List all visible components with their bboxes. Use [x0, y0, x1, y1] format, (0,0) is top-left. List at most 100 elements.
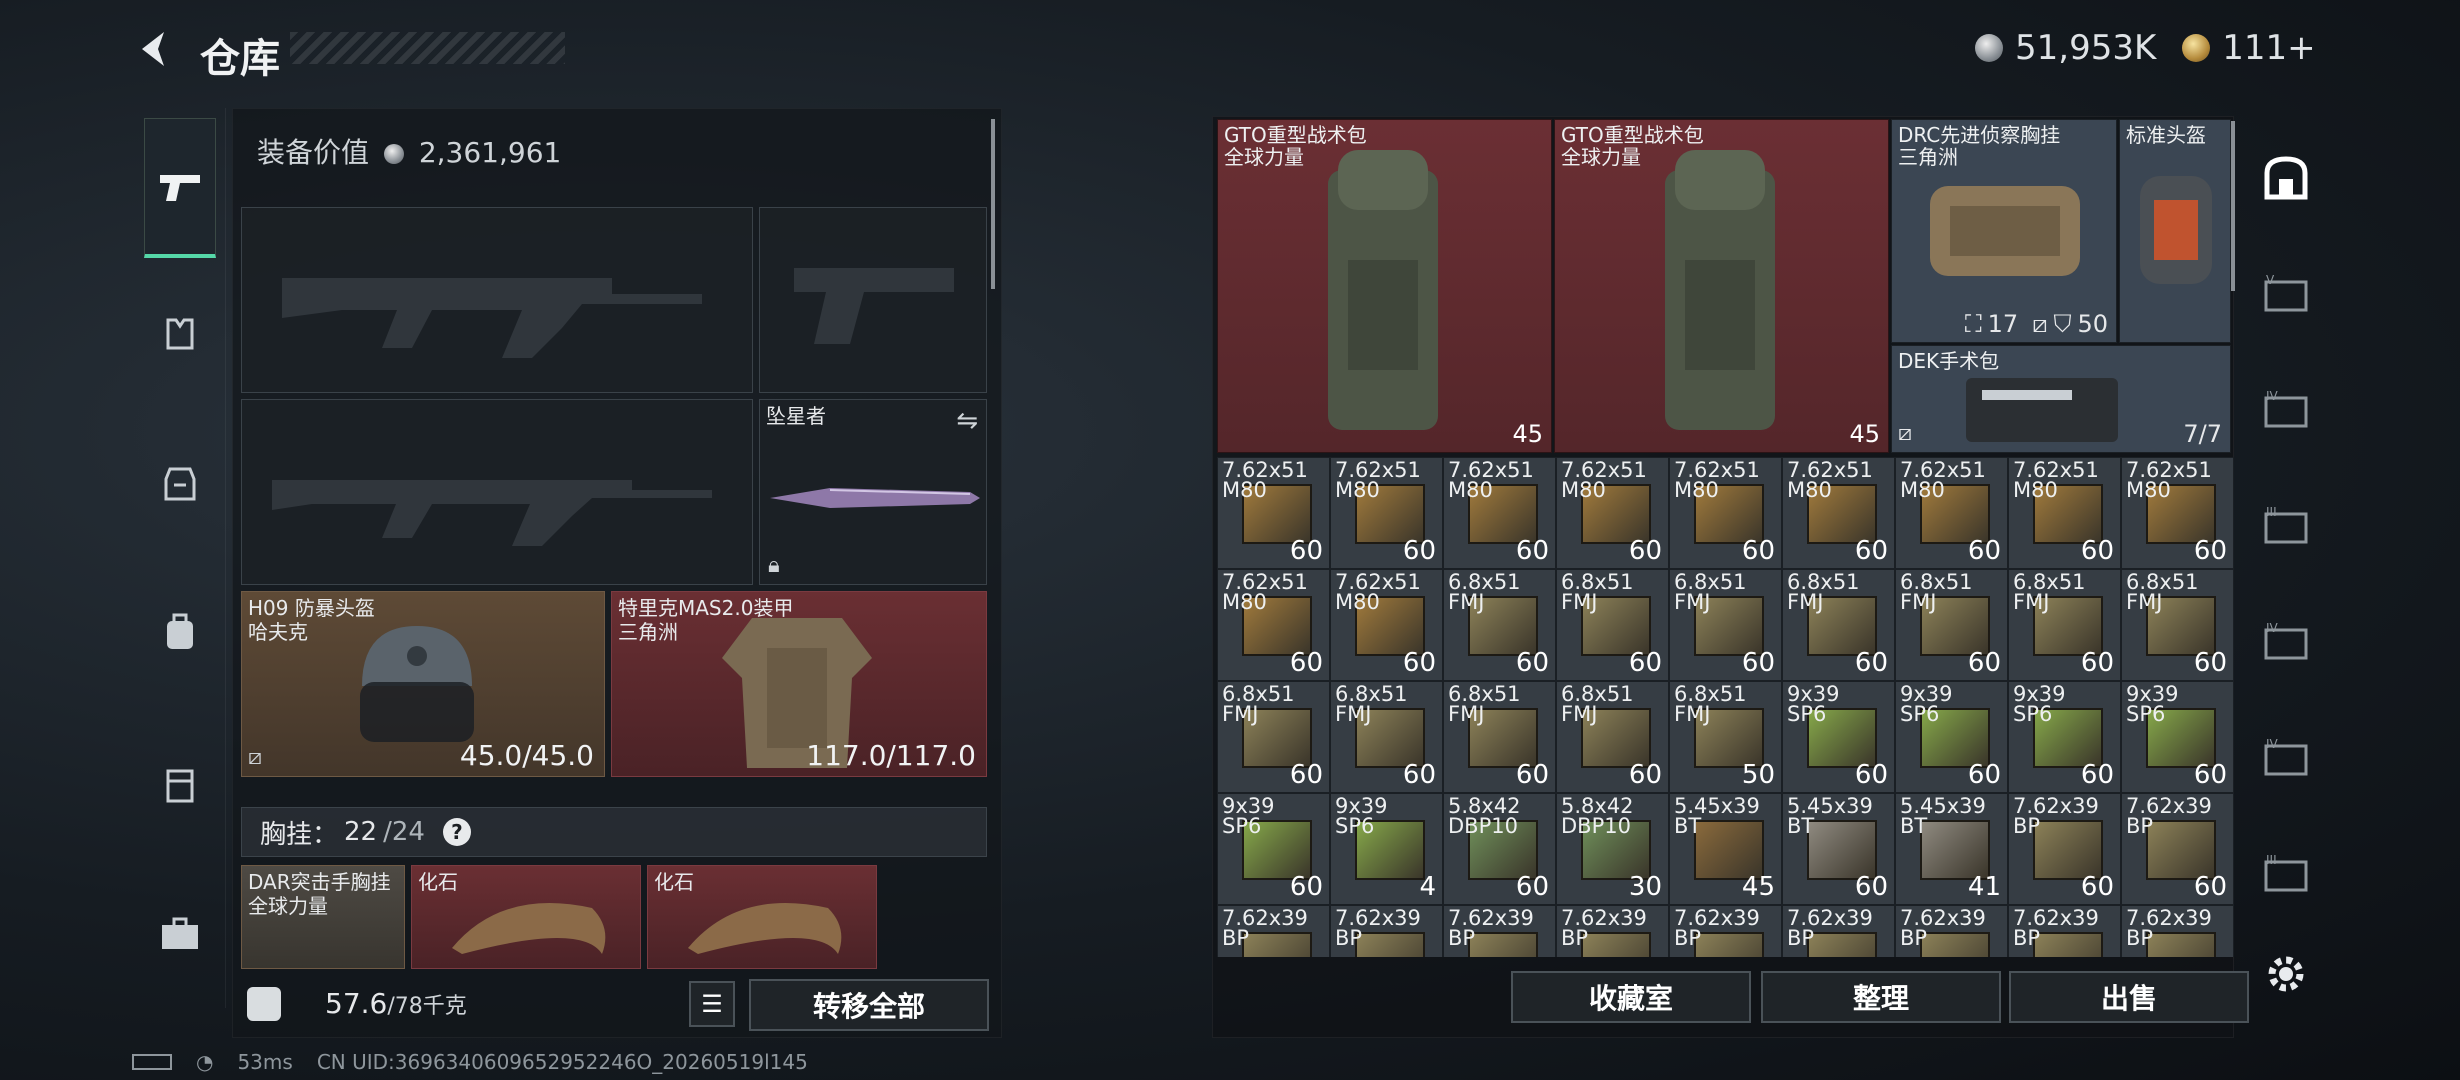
gold-amount[interactable]: 111+: [2222, 28, 2315, 68]
ammo-item[interactable]: 6.8x51 FMJ 60: [1443, 681, 1556, 793]
help-icon[interactable]: ?: [442, 818, 471, 846]
stash-tab-4b-icon[interactable]: IV: [2256, 612, 2316, 672]
ammo-name: 6.8x51 FMJ: [1674, 570, 1747, 614]
ammo-item[interactable]: 7.62x51 M80 60: [1895, 457, 2008, 569]
ammo-item[interactable]: 7.62x39 BP: [1895, 905, 2008, 957]
ammo-item[interactable]: 6.8x51 FMJ 60: [1556, 681, 1669, 793]
top-bar: 仓库 51,953K 111+: [0, 0, 2460, 100]
ammo-count: 60: [1967, 760, 2001, 790]
collection-room-button[interactable]: 收藏室: [1511, 971, 1751, 1023]
stash-tab-3b-icon[interactable]: III: [2256, 844, 2316, 904]
ammo-item[interactable]: 7.62x51 M80 60: [1217, 569, 1330, 681]
ammo-item[interactable]: 7.62x51 M80 60: [1669, 457, 1782, 569]
stash-tab-4-icon[interactable]: IV: [2256, 380, 2316, 440]
fossil-slot[interactable]: 化石: [647, 865, 877, 969]
ammo-item[interactable]: 7.62x39 BP: [1556, 905, 1669, 957]
ammo-item[interactable]: 9x39 SP6 60: [1217, 793, 1330, 905]
sort-button[interactable]: 整理: [1761, 971, 2001, 1023]
nav-vest[interactable]: [144, 298, 216, 370]
ammo-item[interactable]: 7.62x39 BP: [1443, 905, 1556, 957]
ammo-name: 7.62x51 M80: [1674, 458, 1760, 502]
ammo-item[interactable]: 7.62x51 M80 60: [1556, 457, 1669, 569]
ammo-item[interactable]: 9x39 SP6 60: [2121, 681, 2234, 793]
swap-icon[interactable]: ⇋: [956, 406, 978, 436]
ammo-item[interactable]: 7.62x39 BP 60: [2008, 793, 2121, 905]
ammo-count: 30: [1628, 872, 1662, 902]
ammo-item[interactable]: 6.8x51 FMJ 60: [2121, 569, 2234, 681]
list-view-button[interactable]: ☰: [689, 981, 735, 1027]
ammo-count: 60: [1402, 648, 1436, 678]
ammo-name: 9x39 SP6: [1222, 794, 1275, 838]
melee-slot[interactable]: 坠星者 ⇋ 🔒︎: [759, 399, 987, 585]
ammo-item[interactable]: 6.8x51 FMJ 50: [1669, 681, 1782, 793]
ammo-name: 7.62x39 BP: [1900, 906, 1986, 950]
ammo-item[interactable]: 6.8x51 FMJ 60: [1669, 569, 1782, 681]
ammo-item[interactable]: 7.62x51 M80 60: [2121, 457, 2234, 569]
ammo-item[interactable]: 7.62x51 M80 60: [1782, 457, 1895, 569]
nav-case[interactable]: [144, 898, 216, 970]
ammo-item[interactable]: 6.8x51 FMJ 60: [1443, 569, 1556, 681]
helmet-slot[interactable]: H09 防暴头盔 哈夫克 ⧄ 45.0/45.0: [241, 591, 605, 777]
gear-icon[interactable]: [2262, 950, 2310, 998]
ammo-item[interactable]: 7.62x39 BP: [1217, 905, 1330, 957]
stash-main-icon[interactable]: [2256, 148, 2316, 208]
ammo-item[interactable]: 7.62x51 M80 60: [1330, 457, 1443, 569]
ammo-count: 60: [1289, 872, 1323, 902]
nav-backpack[interactable]: [144, 596, 216, 668]
ammo-item[interactable]: 7.62x51 M80 60: [1217, 457, 1330, 569]
ammo-item[interactable]: 7.62x39 BP: [1669, 905, 1782, 957]
ammo-item[interactable]: 5.45x39 BT 60: [1782, 793, 1895, 905]
equipment-scrollbar[interactable]: [991, 119, 995, 289]
ammo-count: 60: [1515, 648, 1549, 678]
fossil-slot[interactable]: 化石: [411, 865, 641, 969]
ammo-item[interactable]: 5.8x42 DBP10 30: [1556, 793, 1669, 905]
ammo-item[interactable]: 7.62x39 BP: [2121, 905, 2234, 957]
stash-tab-3-icon[interactable]: III: [2256, 496, 2316, 556]
ammo-count: 45: [1741, 872, 1775, 902]
sell-button[interactable]: 出售: [2009, 971, 2249, 1023]
ammo-item[interactable]: 9x39 SP6 60: [1895, 681, 2008, 793]
primary-weapon-slot[interactable]: [241, 207, 753, 393]
ammo-item[interactable]: 5.45x39 BT 45: [1669, 793, 1782, 905]
nav-armor[interactable]: [144, 448, 216, 520]
ammo-item[interactable]: 9x39 SP6 60: [2008, 681, 2121, 793]
sidearm-slot[interactable]: [759, 207, 987, 393]
ammo-item[interactable]: 7.62x39 BP: [1782, 905, 1895, 957]
stash-scrollbar[interactable]: [2231, 121, 2235, 291]
armor-slot[interactable]: 特里克MAS2.0装甲 三角洲 117.0/117.0: [611, 591, 987, 777]
stash-tab-5-icon[interactable]: V: [2256, 264, 2316, 324]
nav-pouch[interactable]: [144, 748, 216, 820]
ammo-count: 60: [2193, 872, 2227, 902]
ammo-item[interactable]: 7.62x51 M80 60: [1330, 569, 1443, 681]
equipment-value: 装备价值 2,361,961: [257, 131, 561, 171]
ammo-name: 7.62x51 M80: [1222, 570, 1308, 614]
ammo-count: 60: [1628, 536, 1662, 566]
ammo-name: 7.62x39 BP: [2126, 794, 2212, 838]
ammo-item[interactable]: 6.8x51 FMJ 60: [1330, 681, 1443, 793]
ammo-item[interactable]: 6.8x51 FMJ 60: [1217, 681, 1330, 793]
ammo-count: 60: [2080, 536, 2114, 566]
ammo-item[interactable]: 5.8x42 DBP10 60: [1443, 793, 1556, 905]
back-icon[interactable]: [132, 26, 178, 72]
ammo-item[interactable]: 6.8x51 FMJ 60: [1782, 569, 1895, 681]
ammo-item[interactable]: 7.62x51 M80 60: [1443, 457, 1556, 569]
ammo-name: 6.8x51 FMJ: [1787, 570, 1860, 614]
ammo-count: 60: [1289, 760, 1323, 790]
ammo-item[interactable]: 5.45x39 BT 41: [1895, 793, 2008, 905]
rig-item-slot[interactable]: DAR突击手胸挂 全球力量: [241, 865, 405, 969]
secondary-weapon-slot[interactable]: [241, 399, 753, 585]
ammo-item[interactable]: 9x39 SP6 60: [1782, 681, 1895, 793]
transfer-all-button[interactable]: 转移全部: [749, 979, 989, 1031]
stash-tab-4c-icon[interactable]: IV: [2256, 728, 2316, 788]
ammo-item[interactable]: 7.62x51 M80 60: [2008, 457, 2121, 569]
ammo-item[interactable]: 6.8x51 FMJ 60: [1556, 569, 1669, 681]
ammo-item[interactable]: 7.62x39 BP: [1330, 905, 1443, 957]
ammo-item[interactable]: 6.8x51 FMJ 60: [1895, 569, 2008, 681]
ammo-item[interactable]: 9x39 SP6 4: [1330, 793, 1443, 905]
ammo-name: 9x39 SP6: [1900, 682, 1953, 726]
nav-weapons[interactable]: [144, 118, 216, 258]
ammo-item[interactable]: 7.62x39 BP: [2008, 905, 2121, 957]
pistol-silhouette-icon: [794, 268, 954, 344]
ammo-item[interactable]: 7.62x39 BP 60: [2121, 793, 2234, 905]
ammo-item[interactable]: 6.8x51 FMJ 60: [2008, 569, 2121, 681]
